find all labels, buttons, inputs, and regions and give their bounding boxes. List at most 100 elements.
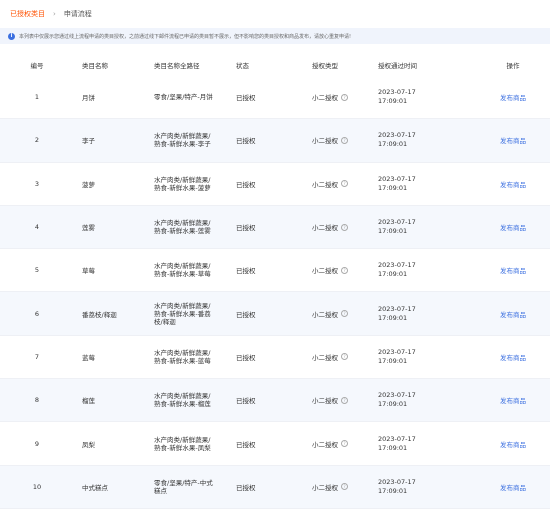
cell-path: 水产肉类/新鲜蔬果/熟食-新鲜水果-番荔枝/释迦 [154,301,211,326]
cell-no: 8 [34,396,40,405]
cell-status: 已授权 [236,180,256,189]
table-body: 1 月饼 零食/坚果/特产-月饼 已授权 小二授权? 2023-07-17 17:09:0… [0,76,550,509]
table-row: 9 凤梨 水产肉类/新鲜蔬果/熟食-新鲜水果-凤梨 已授权 小二授权? 2023-07-1… [0,422,550,466]
column-header-name: 类目名称 [82,62,108,70]
cell-status: 已授权 [236,94,256,103]
publish-product-link[interactable]: 发布商品 [500,181,526,189]
publish-product-link[interactable]: 发布商品 [500,354,526,362]
breadcrumb-authorized-categories[interactable]: 已授权类目 [10,9,45,19]
cell-type: 小二授权? [300,265,372,275]
auth-type-label: 小二授权 [312,224,338,233]
cell-status: 已授权 [236,310,256,319]
breadcrumb-separator: › [53,10,56,18]
table-row: 2 李子 水产肉类/新鲜蔬果/熟食-新鲜水果-李子 已授权 小二授权? 2023-07-1… [0,119,550,163]
cell-path: 水产肉类/新鲜蔬果/熟食-新鲜水果-蓝莓 [154,348,211,365]
auth-type-label: 小二授权 [312,483,338,492]
question-circle-icon[interactable]: ? [341,266,348,274]
auth-type-label: 小二授权 [312,137,338,146]
cell-op: 发布商品 [476,352,550,362]
cell-type: 小二授权? [300,482,372,492]
cell-path: 水产肉类/新鲜蔬果/熟食-新鲜水果-凤梨 [154,435,211,452]
cell-time: 2023-07-17 17:09:01 [378,174,416,192]
publish-product-link[interactable]: 发布商品 [500,311,526,319]
publish-product-link[interactable]: 发布商品 [500,224,526,232]
cell-name: 李子 [82,137,95,146]
question-circle-icon[interactable]: ? [341,396,348,404]
cell-status: 已授权 [236,224,256,233]
info-icon: i [8,32,15,40]
auth-type-label: 小二授权 [312,180,338,189]
question-circle-icon[interactable]: ? [341,180,348,188]
cell-name: 莲雾 [82,224,95,233]
cell-op: 发布商品 [476,265,550,275]
table-row: 6 番荔枝/释迦 水产肉类/新鲜蔬果/熟食-新鲜水果-番荔枝/释迦 已授权 小二授权? 2… [0,292,550,336]
cell-no: 4 [34,223,40,232]
auth-type-label: 小二授权 [312,94,338,103]
column-header-path: 类目名称全路径 [154,62,200,70]
cell-path: 零食/坚果/特产-月饼 [154,93,213,102]
table-row: 3 菠萝 水产肉类/新鲜蔬果/熟食-新鲜水果-菠萝 已授权 小二授权? 2023-07-1… [0,163,550,206]
publish-product-link[interactable]: 发布商品 [500,441,526,449]
column-header-type: 授权类型 [312,62,338,70]
cell-op: 发布商品 [476,309,550,319]
publish-product-link[interactable]: 发布商品 [500,94,526,102]
cell-type: 小二授权? [300,135,372,145]
notice-bar: i 本列表中仅展示您通过线上流程申请的类目授权，之前通过线下邮件流程已申请的类目… [0,28,550,44]
cell-time: 2023-07-17 17:09:01 [378,218,416,236]
column-header-status: 状态 [236,62,249,70]
column-header-time: 授权通过时间 [378,62,417,70]
breadcrumb: 已授权类目 › 申请流程 [10,9,92,19]
cell-type: 小二授权? [300,352,372,362]
cell-type: 小二授权? [300,395,372,405]
publish-product-link[interactable]: 发布商品 [500,397,526,405]
cell-no: 1 [34,93,40,102]
cell-name: 凤梨 [82,440,95,449]
cell-time: 2023-07-17 17:09:01 [378,88,416,106]
cell-path: 水产肉类/新鲜蔬果/熟食-新鲜水果-榴莲 [154,392,211,409]
cell-op: 发布商品 [476,439,550,449]
cell-time: 2023-07-17 17:09:01 [378,477,416,495]
cell-status: 已授权 [236,267,256,276]
table-row: 5 草莓 水产肉类/新鲜蔬果/熟食-新鲜水果-草莓 已授权 小二授权? 2023-07-1… [0,249,550,293]
question-circle-icon[interactable]: ? [341,353,348,361]
publish-product-link[interactable]: 发布商品 [500,484,526,492]
cell-type: 小二授权? [300,439,372,449]
publish-product-link[interactable]: 发布商品 [500,137,526,145]
cell-no: 7 [34,352,40,361]
question-circle-icon[interactable]: ? [341,440,348,448]
cell-type: 小二授权? [300,309,372,319]
cell-no: 2 [34,136,40,145]
cell-op: 发布商品 [476,135,550,145]
cell-status: 已授权 [236,397,256,406]
cell-no: 6 [34,309,40,318]
cell-name: 草莓 [82,267,95,276]
cell-no: 9 [34,439,40,448]
table-header: 编号 类目名称 类目名称全路径 状态 授权类型 授权通过时间 操作 [0,55,550,75]
cell-status: 已授权 [236,353,256,362]
cell-op: 发布商品 [476,395,550,405]
cell-path: 水产肉类/新鲜蔬果/熟食-新鲜水果-李子 [154,132,211,149]
cell-path: 水产肉类/新鲜蔬果/熟食-新鲜水果-莲雾 [154,219,211,236]
cell-path: 水产肉类/新鲜蔬果/熟食-新鲜水果-草莓 [154,262,211,279]
cell-type: 小二授权? [300,222,372,232]
question-circle-icon[interactable]: ? [341,310,348,318]
question-circle-icon[interactable]: ? [341,483,348,491]
cell-op: 发布商品 [476,179,550,189]
auth-type-label: 小二授权 [312,310,338,319]
auth-type-label: 小二授权 [312,267,338,276]
question-circle-icon[interactable]: ? [341,93,348,101]
cell-status: 已授权 [236,137,256,146]
cell-op: 发布商品 [476,92,550,102]
cell-op: 发布商品 [476,482,550,492]
cell-name: 番荔枝/释迦 [82,310,117,319]
question-circle-icon[interactable]: ? [341,136,348,144]
cell-time: 2023-07-17 17:09:01 [378,391,416,409]
cell-no: 5 [34,266,40,275]
table-row: 7 蓝莓 水产肉类/新鲜蔬果/熟食-新鲜水果-蓝莓 已授权 小二授权? 2023-07-1… [0,336,550,380]
publish-product-link[interactable]: 发布商品 [500,267,526,275]
notice-text: 本列表中仅展示您通过线上流程申请的类目授权，之前通过线下邮件流程已申请的类目暂不… [19,33,352,40]
cell-name: 中式糕点 [82,483,108,492]
cell-op: 发布商品 [476,222,550,232]
question-circle-icon[interactable]: ? [341,223,348,231]
cell-name: 菠萝 [82,180,95,189]
